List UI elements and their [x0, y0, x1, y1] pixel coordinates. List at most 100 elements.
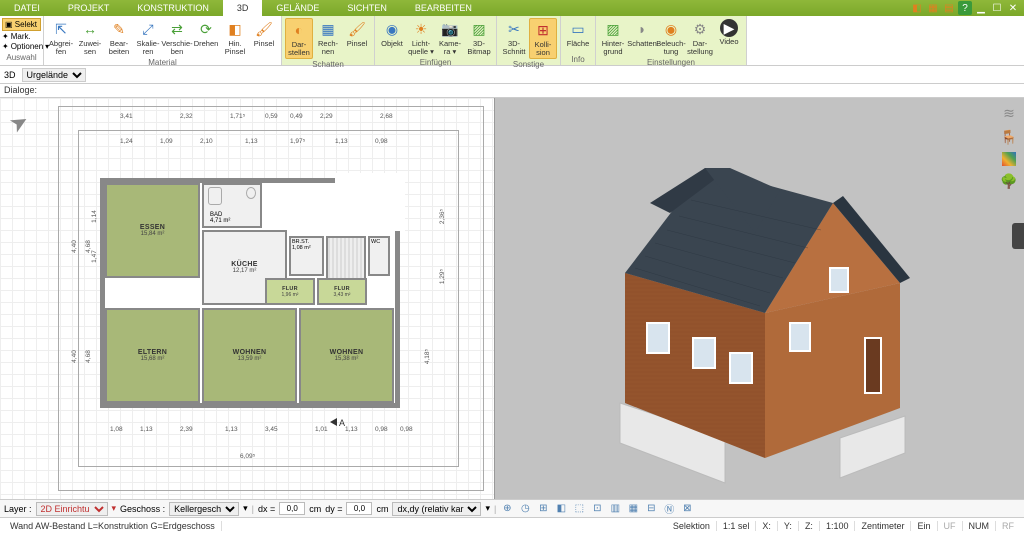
room-eltern[interactable]: ELTERN15,68 m²: [105, 308, 200, 403]
tool-zuweisen[interactable]: ↔Zuwei-sen: [76, 18, 104, 57]
sb-ico-7[interactable]: ▥: [608, 502, 622, 516]
min-icon[interactable]: ▁: [974, 1, 988, 15]
tool-darstellung[interactable]: ⚙Dar-stellung: [686, 18, 714, 57]
room-brst[interactable]: BR.ST.1,08 m²: [289, 236, 324, 276]
room-wohnen2[interactable]: WOHNEN15,38 m²: [299, 308, 394, 403]
room-wohnen1[interactable]: WOHNEN13,59 m²: [202, 308, 297, 403]
tool-hin-pinsel[interactable]: ◧Hin.Pinsel: [221, 18, 249, 57]
tool-3d-schnitt[interactable]: ✂3D-Schnitt: [500, 18, 528, 59]
menu-tab-3d[interactable]: 3D: [223, 0, 263, 16]
tool-beleuchtung[interactable]: ◉Beleuch-tung: [657, 18, 685, 57]
tool-bearbeiten[interactable]: ✎Bear-beiten: [105, 18, 133, 57]
tool-darstellen[interactable]: ◐Dar-stellen: [285, 18, 313, 59]
tool-skalieren[interactable]: ⤢Skalie-ren: [134, 18, 162, 57]
optionen-option[interactable]: ✦Optionen ▾: [2, 42, 41, 51]
tool-kollision[interactable]: ⊞Kolli-sion: [529, 18, 557, 59]
panel-handle[interactable]: [1012, 223, 1024, 249]
tool-pinsel[interactable]: 🖌Pinsel: [250, 18, 278, 57]
top-right-icons: ◧ ▦ ▤ ? ▁ ☐ ✕: [910, 0, 1024, 16]
dim-top-1: 2,32: [180, 113, 193, 120]
cm-1: cm: [309, 504, 321, 514]
dim-top2-4: 1,97⁵: [290, 138, 305, 145]
plan-2d-viewport[interactable]: ➤ 3,41 2,32 1,71⁵ 0,59 0,49 2,29 2,68 1,…: [0, 98, 495, 499]
statusbar-info: Wand AW-Bestand L=Konstruktion G=Erdgesc…: [0, 517, 1024, 533]
dim-top-2: 1,71⁵: [230, 113, 245, 120]
subbar-3d-label: 3D: [4, 70, 16, 80]
menu-tab-projekt[interactable]: PROJEKT: [54, 0, 124, 16]
menu-tab-datei[interactable]: DATEI: [0, 0, 54, 16]
sb-ico-8[interactable]: ▦: [626, 502, 640, 516]
subbar-gelaende-select[interactable]: Urgelände: [22, 68, 86, 82]
cm-2: cm: [376, 504, 388, 514]
layers-icon[interactable]: ≋: [1000, 104, 1018, 122]
help-icon[interactable]: ?: [958, 1, 972, 15]
icon-1[interactable]: ◧: [910, 1, 924, 15]
layer-select[interactable]: 2D Einrichtu: [36, 502, 108, 516]
furniture-icon[interactable]: 🪑: [1000, 128, 1018, 146]
room-essen[interactable]: ESSEN15,84 m²: [105, 183, 200, 278]
close-icon[interactable]: ✕: [1006, 1, 1020, 15]
tool-lichtquelle[interactable]: ☀Licht-quelle ▾: [407, 18, 435, 57]
room-flur2[interactable]: FLUR3,43 m²: [317, 278, 367, 305]
sb-ico-4[interactable]: ◧: [554, 502, 568, 516]
room-wc[interactable]: WC: [368, 236, 390, 276]
icon-2[interactable]: ▦: [926, 1, 940, 15]
status-object-path: Wand AW-Bestand L=Konstruktion G=Erdgesc…: [4, 521, 222, 531]
floor-plan[interactable]: ESSEN15,84 m² BAD4,71 m² KÜCHE12,17 m² B…: [100, 178, 400, 408]
tool-abgreifen[interactable]: ⇱Abgrei-fen: [47, 18, 75, 57]
dim-top-3: 0,59: [265, 113, 278, 120]
sb-ico-6[interactable]: ⊡: [590, 502, 604, 516]
tool-pinsel-schatten[interactable]: 🖌Pinsel: [343, 18, 371, 59]
tool-3d-bitmap[interactable]: ▨3D-Bitmap: [465, 18, 493, 57]
menu-tab-gelaende[interactable]: GELÄNDE: [262, 0, 333, 16]
group-label-auswahl: Auswahl: [2, 52, 41, 62]
statusbar-edit: Layer : 2D Einrichtu▾ Geschoss : Kellerg…: [0, 499, 1024, 517]
tree-icon[interactable]: 🌳: [1000, 172, 1018, 190]
toilet-icon: [246, 187, 256, 199]
status-scale: 1:100: [820, 521, 856, 531]
geschoss-select[interactable]: Kellergesch: [169, 502, 239, 516]
room-flur1[interactable]: FLUR1,96 m²: [265, 278, 315, 305]
tool-flaeche[interactable]: ▭Fläche: [564, 18, 592, 54]
tool-hintergrund[interactable]: ▨Hinter-grund: [599, 18, 627, 57]
dim-top2-6: 0,98: [375, 138, 388, 145]
house-3d-model[interactable]: [575, 138, 935, 498]
menu-tab-bearbeiten[interactable]: BEARBEITEN: [401, 0, 486, 16]
sb-ico-5[interactable]: ⬚: [572, 502, 586, 516]
materials-icon[interactable]: [1002, 152, 1016, 166]
tool-drehen[interactable]: ⟳Drehen: [192, 18, 220, 57]
sb-ico-9[interactable]: ⊟: [644, 502, 658, 516]
selekt-button[interactable]: ▣ Selekt: [2, 18, 41, 31]
tool-schatten[interactable]: ◗Schatten: [628, 18, 656, 57]
room-bad[interactable]: BAD4,71 m²: [202, 183, 262, 228]
tool-verschieben[interactable]: ⇄Verschie-ben: [163, 18, 191, 57]
tool-video[interactable]: ▶Video: [715, 18, 743, 57]
dy-label: dy =: [325, 504, 342, 514]
icon-3[interactable]: ▤: [942, 1, 956, 15]
tool-objekt[interactable]: ◉Objekt: [378, 18, 406, 57]
dim-left2-1: 4,68: [85, 350, 92, 363]
menu-tab-sichten[interactable]: SICHTEN: [333, 0, 401, 16]
sb-ico-3[interactable]: ⊞: [536, 502, 550, 516]
mark-checkbox[interactable]: ✦Mark.: [2, 32, 41, 41]
coord-mode-select[interactable]: dx,dy (relativ kar: [392, 502, 481, 516]
view-3d-viewport[interactable]: ≋ 🪑 🌳: [495, 98, 1024, 499]
status-x: X:: [756, 521, 778, 531]
dx-input[interactable]: [279, 502, 305, 515]
tool-rechnen[interactable]: ▦Rech-nen: [314, 18, 342, 59]
dim-right-1: 1,29⁵: [439, 269, 446, 284]
dim-top2-1: 1,09: [160, 138, 173, 145]
sb-ico-10[interactable]: Ⓝ: [662, 502, 676, 516]
dim-bot-8: 0,98: [400, 426, 413, 433]
sb-ico-1[interactable]: ⊕: [500, 502, 514, 516]
ribbon-group-schatten: ◐Dar-stellen ▦Rech-nen 🖌Pinsel Schatten: [282, 16, 375, 65]
ribbon-group-einfuegen: ◉Objekt ☀Licht-quelle ▾ 📷Kame-ra ▾ ▨3D-B…: [375, 16, 497, 65]
sb-ico-11[interactable]: ⊠: [680, 502, 694, 516]
menu-tab-konstruktion[interactable]: KONSTRUKTION: [123, 0, 223, 16]
sb-ico-2[interactable]: ◷: [518, 502, 532, 516]
layer-label: Layer :: [4, 504, 32, 514]
dim-top-0: 3,41: [120, 113, 133, 120]
dy-input[interactable]: [346, 502, 372, 515]
max-icon[interactable]: ☐: [990, 1, 1004, 15]
tool-kamera[interactable]: 📷Kame-ra ▾: [436, 18, 464, 57]
